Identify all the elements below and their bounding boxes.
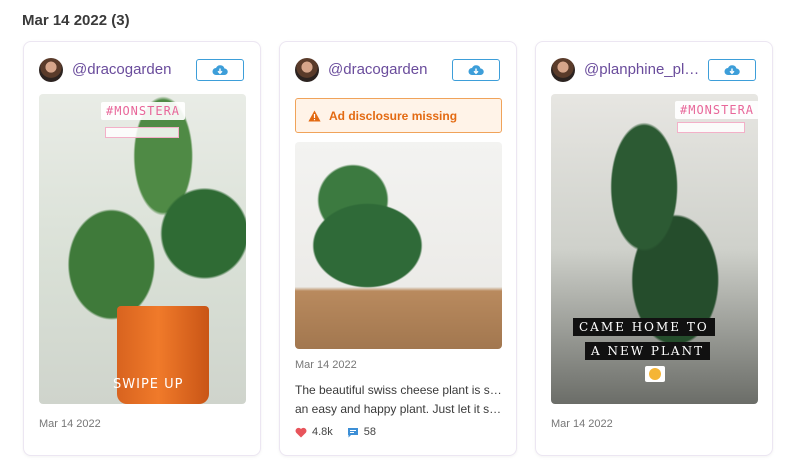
cloud-download-icon bbox=[724, 65, 740, 75]
post-caption: The beautiful swiss cheese plant is such… bbox=[295, 381, 503, 419]
content-card[interactable]: @dracogarden #MONSTERA SWIPE UP Mar 14 2… bbox=[23, 41, 261, 456]
hashtag-sticker: #MONSTERA bbox=[675, 101, 758, 119]
account-handle[interactable]: @dracogarden bbox=[72, 61, 171, 78]
story-media[interactable]: #MONSTERA SWIPE UP bbox=[39, 94, 246, 404]
account-handle[interactable]: @planphine_pl… bbox=[584, 61, 699, 78]
swipe-up-text: SWIPE UP bbox=[113, 377, 184, 392]
mention-sticker bbox=[677, 122, 745, 133]
post-date: Mar 14 2022 bbox=[39, 418, 101, 430]
avatar[interactable] bbox=[551, 58, 575, 82]
likes-stat: 4.8k bbox=[295, 426, 333, 438]
content-card[interactable]: @planphine_pl… #MONSTERA CAME HOME TO A … bbox=[535, 41, 773, 456]
post-date: Mar 14 2022 bbox=[295, 359, 357, 371]
likes-count: 4.8k bbox=[312, 426, 333, 438]
download-button[interactable] bbox=[708, 59, 756, 81]
engagement-stats: 4.8k 58 bbox=[295, 426, 390, 438]
post-date: Mar 14 2022 bbox=[551, 418, 613, 430]
ad-disclosure-warning: Ad disclosure missing bbox=[295, 98, 502, 133]
card-header: @dracogarden bbox=[39, 58, 244, 84]
card-header: @planphine_pl… bbox=[551, 58, 756, 84]
download-button[interactable] bbox=[452, 59, 500, 81]
cloud-download-icon bbox=[212, 65, 228, 75]
story-media[interactable]: #MONSTERA CAME HOME TO A NEW PLANT bbox=[551, 94, 758, 404]
hashtag-sticker: #MONSTERA bbox=[101, 102, 186, 120]
cloud-download-icon bbox=[468, 65, 484, 75]
warning-triangle-icon bbox=[308, 110, 321, 121]
comment-icon bbox=[347, 427, 358, 437]
mention-sticker bbox=[105, 127, 179, 138]
comments-stat: 58 bbox=[347, 426, 376, 438]
caption-line: The beautiful swiss cheese plant is such bbox=[295, 383, 503, 397]
heart-icon bbox=[295, 427, 307, 437]
avatar[interactable] bbox=[295, 58, 319, 82]
download-button[interactable] bbox=[196, 59, 244, 81]
warning-text: Ad disclosure missing bbox=[329, 108, 458, 123]
story-overlay-text: A NEW PLANT bbox=[585, 342, 711, 360]
smiling-emoji-icon bbox=[649, 368, 661, 380]
avatar[interactable] bbox=[39, 58, 63, 82]
caption-line: an easy and happy plant. Just let it sun… bbox=[295, 402, 503, 416]
content-card[interactable]: @dracogarden Ad disclosure missing Mar 1… bbox=[279, 41, 517, 456]
emoji-sticker bbox=[645, 366, 665, 382]
date-group-heading: Mar 14 2022 (3) bbox=[22, 12, 130, 29]
card-header: @dracogarden bbox=[295, 58, 500, 84]
account-handle[interactable]: @dracogarden bbox=[328, 61, 427, 78]
post-media[interactable] bbox=[295, 142, 502, 349]
comments-count: 58 bbox=[363, 426, 377, 438]
story-overlay-text: CAME HOME TO bbox=[573, 318, 715, 336]
